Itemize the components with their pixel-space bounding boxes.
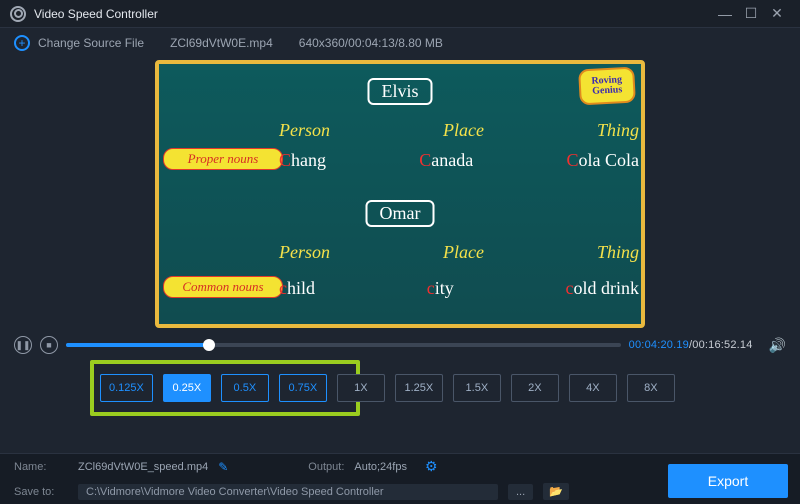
header-place-2: Place bbox=[443, 242, 484, 263]
source-filename: ZCl69dVtW0E.mp4 bbox=[170, 36, 273, 50]
speed-2x[interactable]: 2X bbox=[511, 374, 559, 402]
proper-nouns-values: Chang Canada Cola Cola bbox=[279, 150, 639, 171]
total-time: 00:16:52.14 bbox=[692, 339, 752, 351]
video-title-box-1: Elvis bbox=[367, 78, 432, 105]
close-button[interactable]: ✕ bbox=[764, 5, 790, 22]
speed-options: 0.125X 0.25X 0.5X 0.75X 1X 1.25X 1.5X 2X 4X 8X bbox=[100, 374, 675, 402]
maximize-button[interactable]: ☐ bbox=[738, 5, 764, 22]
header-person-2: Person bbox=[279, 242, 330, 263]
name-label: Name: bbox=[14, 461, 68, 473]
change-source-button[interactable]: + Change Source File bbox=[14, 35, 144, 51]
proper-val-3: Cola Cola bbox=[566, 150, 639, 171]
speed-1x[interactable]: 1X bbox=[337, 374, 385, 402]
speed-0.5x[interactable]: 0.5X bbox=[221, 374, 269, 402]
output-label: Output: bbox=[308, 461, 344, 473]
playback-controls: ❚❚ ■ 00:04:20.19/00:16:52.14 🔊 bbox=[0, 328, 800, 360]
header-place: Place bbox=[443, 120, 484, 141]
browse-path-button[interactable]: ... bbox=[508, 484, 533, 500]
time-display: 00:04:20.19/00:16:52.14 bbox=[629, 339, 753, 351]
speed-4x[interactable]: 4X bbox=[569, 374, 617, 402]
proper-val-1: Chang bbox=[279, 150, 326, 171]
header-person: Person bbox=[279, 120, 330, 141]
minimize-button[interactable]: — bbox=[712, 6, 738, 22]
speed-0.75x[interactable]: 0.75X bbox=[279, 374, 327, 402]
speed-section: 0.125X 0.25X 0.5X 0.75X 1X 1.25X 1.5X 2X 4X 8X bbox=[0, 360, 800, 428]
proper-val-2: Canada bbox=[419, 150, 473, 171]
change-source-label: Change Source File bbox=[38, 36, 144, 50]
export-button[interactable]: Export bbox=[668, 464, 788, 498]
speed-8x[interactable]: 8X bbox=[627, 374, 675, 402]
current-time: 00:04:20.19 bbox=[629, 339, 689, 351]
source-bar: + Change Source File ZCl69dVtW0E.mp4 640… bbox=[0, 28, 800, 58]
source-meta: 640x360/00:04:13/8.80 MB bbox=[299, 36, 443, 50]
save-path[interactable]: C:\Vidmore\Vidmore Video Converter\Video… bbox=[78, 484, 498, 500]
common-nouns-values: child city cold drink bbox=[279, 278, 639, 299]
edit-name-icon[interactable]: ✎ bbox=[218, 460, 228, 474]
speed-0.125x[interactable]: 0.125X bbox=[100, 374, 153, 402]
header-thing-2: Thing bbox=[597, 242, 639, 263]
common-nouns-label: Common nouns bbox=[163, 276, 283, 298]
output-filename: ZCl69dVtW0E_speed.mp4 bbox=[78, 461, 208, 473]
app-logo-icon bbox=[10, 6, 26, 22]
common-val-2: city bbox=[427, 278, 454, 299]
open-folder-button[interactable]: 📂 bbox=[543, 483, 569, 500]
video-watermark-badge: Roving Genius bbox=[578, 67, 636, 106]
saveto-label: Save to: bbox=[14, 486, 68, 498]
app-title: Video Speed Controller bbox=[34, 7, 712, 21]
seek-thumb[interactable] bbox=[203, 339, 215, 351]
plus-icon: + bbox=[14, 35, 30, 51]
speed-1.25x[interactable]: 1.25X bbox=[395, 374, 443, 402]
title-bar: Video Speed Controller — ☐ ✕ bbox=[0, 0, 800, 28]
video-headers-1: Person Place Thing bbox=[279, 120, 639, 141]
seek-bar[interactable] bbox=[66, 343, 621, 347]
stop-button[interactable]: ■ bbox=[40, 336, 58, 354]
video-preview[interactable]: Roving Genius Elvis Person Place Thing P… bbox=[155, 60, 645, 328]
output-format-value: Auto;24fps bbox=[354, 461, 407, 473]
footer: Name: ZCl69dVtW0E_speed.mp4 ✎ Output: Au… bbox=[0, 453, 800, 504]
header-thing: Thing bbox=[597, 120, 639, 141]
speed-1.5x[interactable]: 1.5X bbox=[453, 374, 501, 402]
video-title-box-2: Omar bbox=[366, 200, 435, 227]
play-pause-button[interactable]: ❚❚ bbox=[14, 336, 32, 354]
video-stage: Roving Genius Elvis Person Place Thing P… bbox=[0, 58, 800, 328]
common-val-3: cold drink bbox=[566, 278, 640, 299]
speed-0.25x[interactable]: 0.25X bbox=[163, 374, 211, 402]
proper-nouns-label: Proper nouns bbox=[163, 148, 283, 170]
common-val-1: child bbox=[279, 278, 315, 299]
volume-icon[interactable]: 🔊 bbox=[769, 337, 786, 354]
video-headers-2: Person Place Thing bbox=[279, 242, 639, 263]
output-settings-icon[interactable]: ⚙ bbox=[425, 458, 438, 475]
seek-progress bbox=[66, 343, 209, 347]
